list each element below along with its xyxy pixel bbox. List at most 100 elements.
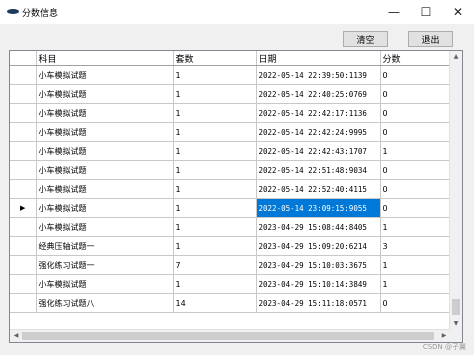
cell-subject[interactable]: 小车模拟试题 [36, 198, 174, 218]
cell-subject[interactable]: 小车模拟试题 [36, 160, 174, 180]
table-row[interactable]: 小车模拟试题 1 2023-04-29 15:08:44:8405 1 [10, 217, 451, 237]
cell-sets[interactable]: 1 [173, 217, 257, 237]
row-header[interactable] [10, 293, 37, 313]
table-row[interactable]: 小车模拟试题 1 2022-05-14 22:51:48:9034 0 [10, 160, 451, 180]
cell-score[interactable]: 0 [380, 122, 451, 142]
cell-date[interactable]: 2022-05-14 22:40:25:0769 [256, 84, 381, 104]
row-header[interactable] [10, 103, 37, 123]
cell-score[interactable]: 1 [380, 255, 451, 275]
cell-sets[interactable]: 1 [173, 84, 257, 104]
clear-button[interactable]: 清空 [343, 31, 388, 47]
cell-subject[interactable]: 小车模拟试题 [36, 179, 174, 199]
cell-score[interactable]: 1 [380, 217, 451, 237]
cell-subject[interactable]: 强化练习试题八 [36, 293, 174, 313]
cell-date[interactable]: 2023-04-29 15:10:14:3849 [256, 274, 381, 294]
scroll-up-icon[interactable]: ▲ [450, 51, 462, 63]
table-row[interactable]: 小车模拟试题 1 2023-04-29 15:10:14:3849 1 [10, 274, 451, 294]
cell-sets[interactable]: 1 [173, 160, 257, 180]
close-button[interactable]: ✕ [442, 0, 474, 24]
row-header[interactable]: ▶ [10, 198, 37, 218]
cell-score[interactable]: 1 [380, 141, 451, 161]
horizontal-scrollbar[interactable]: ◀ ▶ [10, 329, 450, 342]
cell-score[interactable]: 0 [380, 179, 451, 199]
table-row[interactable]: 小车模拟试题 1 2022-05-14 22:42:24:9995 0 [10, 122, 451, 142]
cell-sets[interactable]: 14 [173, 293, 257, 313]
score-grid[interactable]: 科目 套数 日期 分数 小车模拟试题 1 2022-05-14 22:39:50:1… [9, 50, 463, 343]
row-header[interactable] [10, 141, 37, 161]
table-row[interactable]: 强化练习试题八 14 2023-04-29 15:11:18:0571 0 [10, 293, 451, 313]
scrollbar-corner [450, 330, 462, 342]
cell-sets[interactable]: 1 [173, 103, 257, 123]
column-header-score[interactable]: 分数 [380, 51, 451, 66]
cell-subject[interactable]: 小车模拟试题 [36, 103, 174, 123]
app-icon [7, 9, 19, 14]
cell-subject[interactable]: 小车模拟试题 [36, 122, 174, 142]
cell-score[interactable]: 0 [380, 293, 451, 313]
cell-date[interactable]: 2022-05-14 23:09:15:9055 [256, 198, 381, 218]
close-icon: ✕ [452, 5, 464, 19]
scroll-left-icon[interactable]: ◀ [10, 330, 22, 342]
horizontal-scroll-thumb[interactable] [22, 332, 434, 340]
table-row[interactable]: 小车模拟试题 1 2022-05-14 22:52:40:4115 0 [10, 179, 451, 199]
table-row[interactable]: 强化练习试题一 7 2023-04-29 15:10:03:3675 1 [10, 255, 451, 275]
cell-score[interactable]: 0 [380, 65, 451, 85]
row-header[interactable] [10, 217, 37, 237]
cell-date[interactable]: 2022-05-14 22:52:40:4115 [256, 179, 381, 199]
table-row[interactable]: 小车模拟试题 1 2022-05-14 22:42:17:1136 0 [10, 103, 451, 123]
watermark: CSDN @子翼 [422, 343, 466, 351]
row-header[interactable] [10, 179, 37, 199]
scroll-right-icon[interactable]: ▶ [438, 330, 450, 342]
cell-date[interactable]: 2022-05-14 22:39:50:1139 [256, 65, 381, 85]
cell-subject[interactable]: 小车模拟试题 [36, 274, 174, 294]
maximize-button[interactable]: ☐ [410, 0, 442, 24]
cell-date[interactable]: 2023-04-29 15:09:20:6214 [256, 236, 381, 256]
row-header[interactable] [10, 236, 37, 256]
table-row[interactable]: 经典压轴试题一 1 2023-04-29 15:09:20:6214 3 [10, 236, 451, 256]
vertical-scroll-thumb[interactable] [452, 299, 460, 315]
cell-score[interactable]: 0 [380, 160, 451, 180]
cell-score[interactable]: 0 [380, 84, 451, 104]
table-row[interactable]: 小车模拟试题 1 2022-05-14 22:42:43:1707 1 [10, 141, 451, 161]
minimize-button[interactable]: — [378, 0, 410, 24]
cell-sets[interactable]: 1 [173, 141, 257, 161]
cell-date[interactable]: 2022-05-14 22:42:24:9995 [256, 122, 381, 142]
vertical-scrollbar[interactable]: ▲ ▼ [449, 51, 462, 330]
row-header[interactable] [10, 255, 37, 275]
cell-date[interactable]: 2022-05-14 22:51:48:9034 [256, 160, 381, 180]
cell-date[interactable]: 2022-05-14 22:42:17:1136 [256, 103, 381, 123]
row-header[interactable] [10, 122, 37, 142]
cell-score[interactable]: 1 [380, 274, 451, 294]
cell-date[interactable]: 2022-05-14 22:42:43:1707 [256, 141, 381, 161]
cell-sets[interactable]: 1 [173, 122, 257, 142]
table-row[interactable]: 小车模拟试题 1 2022-05-14 22:39:50:1139 0 [10, 65, 451, 85]
cell-subject[interactable]: 小车模拟试题 [36, 65, 174, 85]
row-header[interactable] [10, 160, 37, 180]
cell-sets[interactable]: 1 [173, 274, 257, 294]
cell-date[interactable]: 2023-04-29 15:10:03:3675 [256, 255, 381, 275]
cell-date[interactable]: 2023-04-29 15:08:44:8405 [256, 217, 381, 237]
cell-subject[interactable]: 经典压轴试题一 [36, 236, 174, 256]
cell-subject[interactable]: 小车模拟试题 [36, 84, 174, 104]
cell-score[interactable]: 0 [380, 198, 451, 218]
table-row[interactable]: 小车模拟试题 1 2022-05-14 22:40:25:0769 0 [10, 84, 451, 104]
cell-score[interactable]: 3 [380, 236, 451, 256]
cell-sets[interactable]: 1 [173, 65, 257, 85]
column-header-date[interactable]: 日期 [256, 51, 381, 66]
cell-date[interactable]: 2023-04-29 15:11:18:0571 [256, 293, 381, 313]
exit-button[interactable]: 退出 [408, 31, 453, 47]
column-header-subject[interactable]: 科目 [36, 51, 174, 66]
cell-sets[interactable]: 7 [173, 255, 257, 275]
cell-sets[interactable]: 1 [173, 179, 257, 199]
cell-subject[interactable]: 小车模拟试题 [36, 217, 174, 237]
column-header-sets[interactable]: 套数 [173, 51, 257, 66]
row-header[interactable] [10, 84, 37, 104]
row-header[interactable] [10, 65, 37, 85]
cell-sets[interactable]: 1 [173, 236, 257, 256]
cell-sets[interactable]: 1 [173, 198, 257, 218]
row-header[interactable] [10, 274, 37, 294]
cell-score[interactable]: 0 [380, 103, 451, 123]
cell-subject[interactable]: 强化练习试题一 [36, 255, 174, 275]
table-row[interactable]: ▶ 小车模拟试题 1 2022-05-14 23:09:15:9055 0 [10, 198, 451, 218]
scroll-down-icon[interactable]: ▼ [450, 318, 462, 330]
cell-subject[interactable]: 小车模拟试题 [36, 141, 174, 161]
